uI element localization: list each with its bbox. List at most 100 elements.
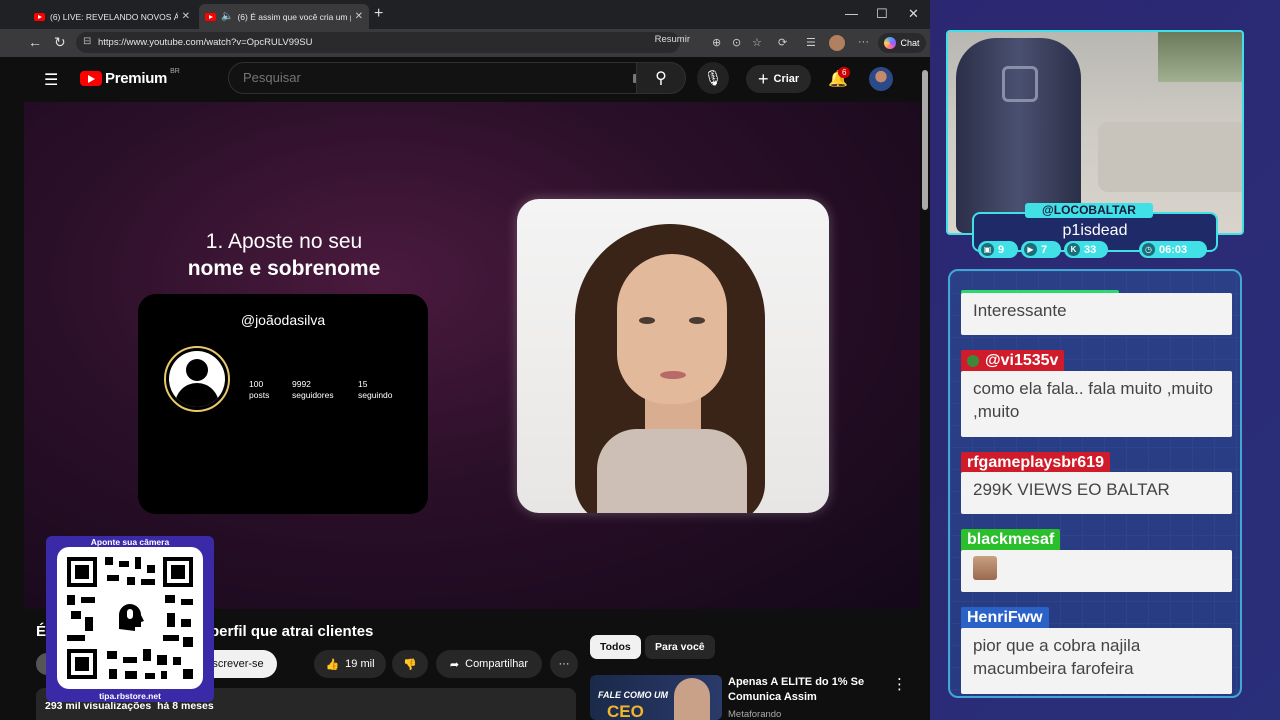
recommended-title[interactable]: Apenas A ELITE do 1% Se Comunica Assim xyxy=(728,675,878,705)
thumb-text-1: FALE COMO UM xyxy=(598,690,668,700)
tab-bar: (6) LIVE: REVELANDO NOVOS ÁUDIOS ✕ 🔈 (6)… xyxy=(0,0,930,29)
instagram-handle: @joãodasilva xyxy=(240,312,326,328)
chat-message xyxy=(961,550,1232,592)
copilot-chat-button[interactable]: Chat xyxy=(878,33,926,53)
maximize-icon[interactable]: ☐ xyxy=(876,6,888,22)
like-button[interactable]: 👍 19 mil xyxy=(314,650,386,678)
url-text: https://www.youtube.com/watch?v=OpcRULV9… xyxy=(98,37,313,48)
youtube-header: ☰ Premium BR ⚲ 🎙 +Criar 🔔 6 xyxy=(24,57,920,102)
voice-search-button[interactable]: 🎙 xyxy=(697,62,729,94)
chat-message: como ela fala.. fala muito ,muito ,muito xyxy=(961,371,1232,437)
page-scrollbar[interactable] xyxy=(920,57,930,720)
qr-code xyxy=(57,547,203,689)
video-heading-line2: nome e sobrenome xyxy=(187,257,381,280)
video-title-start: É xyxy=(36,623,47,640)
stat-following: 15 seguindo xyxy=(358,379,393,400)
dislike-button[interactable]: 👎 xyxy=(392,650,428,678)
plus-icon: + xyxy=(758,68,769,89)
twitch-icon: ▣ xyxy=(981,243,994,256)
chat-user-tag: rfgameplaysbr619 xyxy=(961,452,1110,474)
instagram-profile-card: @joãodasilva 100 posts 9992 seguidores 15 s… xyxy=(138,294,428,514)
streamer-name: p1isdead xyxy=(1062,222,1128,239)
stat-followers: 9992 seguidores xyxy=(292,379,334,400)
scrollbar-thumb[interactable] xyxy=(922,70,928,210)
kebab-menu-icon[interactable]: ⋮ xyxy=(892,675,907,693)
youtube-favicon-icon xyxy=(205,12,216,21)
chat-label: Chat xyxy=(900,38,920,48)
search-icon: ⚲ xyxy=(655,70,667,87)
video-heading-line1: 1. Aposte no seu xyxy=(205,230,363,253)
favorite-star-icon[interactable]: ☆ xyxy=(752,36,762,49)
chat-user-tag: HenriFww xyxy=(961,607,1049,629)
share-label: Compartilhar xyxy=(465,658,529,670)
resumir-button[interactable]: Resumir xyxy=(655,34,690,45)
channel-handle: @LOCOBALTAR xyxy=(1025,203,1153,218)
like-count: 19 mil xyxy=(345,658,375,670)
notification-badge: 6 xyxy=(838,67,851,78)
chip-for-you[interactable]: Para você xyxy=(645,635,715,659)
kick-icon: K xyxy=(1067,243,1080,256)
zoom-icon[interactable]: ⊙ xyxy=(732,36,741,49)
thumbs-down-icon: 👎 xyxy=(403,658,417,671)
recommended-channel[interactable]: Metaforando xyxy=(728,709,781,720)
url-box[interactable]: ⊟ https://www.youtube.com/watch?v=OpcRUL… xyxy=(76,32,680,53)
chip-all[interactable]: Todos xyxy=(590,635,641,659)
clock-icon: ◷ xyxy=(1142,243,1155,256)
hamburger-menu-icon[interactable]: ☰ xyxy=(44,70,58,90)
site-info-icon[interactable]: ⊟ xyxy=(83,36,91,47)
close-tab-icon[interactable]: ✕ xyxy=(355,11,363,22)
qr-code-icon xyxy=(67,557,193,679)
account-avatar[interactable] xyxy=(869,67,893,91)
qr-url: tipa.rbstore.net xyxy=(99,691,161,701)
profile-avatar[interactable] xyxy=(829,35,845,51)
search-input[interactable] xyxy=(241,69,585,86)
create-button[interactable]: + Criar xyxy=(746,65,812,93)
tab-label: (6) LIVE: REVELANDO NOVOS ÁUDIOS xyxy=(50,11,178,22)
chat-user-tag: @vi1535v xyxy=(961,350,1065,372)
share-button[interactable]: ➦ Compartilhar xyxy=(436,650,542,678)
minimize-icon[interactable]: — xyxy=(845,6,858,21)
new-tab-icon[interactable]: + xyxy=(374,5,383,23)
address-bar-row: ← ↻ ⊟ https://www.youtube.com/watch?v=Op… xyxy=(0,29,930,57)
emote-image xyxy=(973,556,997,580)
reload-icon[interactable]: ↻ xyxy=(54,34,66,51)
stat-posts: 100 posts xyxy=(249,379,270,400)
profile-picture-icon xyxy=(164,346,230,412)
youtube-play-icon xyxy=(80,71,102,86)
translate-icon[interactable]: ⊕ xyxy=(712,36,721,49)
thumb-text-2: CEO xyxy=(607,702,644,720)
youtube-count: ▶ 7 xyxy=(1021,241,1061,258)
search-button[interactable]: ⚲ xyxy=(636,62,686,94)
share-icon: ➦ xyxy=(449,658,460,671)
back-icon[interactable]: ← xyxy=(28,34,42,50)
more-icon: ··· xyxy=(558,658,570,670)
kick-count: K 33 xyxy=(1064,241,1108,258)
youtube-icon: ▶ xyxy=(1024,243,1037,256)
more-actions-button[interactable]: ··· xyxy=(550,650,578,678)
search-box xyxy=(228,62,662,94)
extensions-icon[interactable]: ⟳ xyxy=(778,36,787,49)
copilot-icon xyxy=(884,37,897,49)
close-window-icon[interactable]: ✕ xyxy=(908,6,919,22)
stream-clock: ◷ 06:03 xyxy=(1139,241,1207,258)
chat-user-tag: blackmesaf xyxy=(961,529,1061,551)
video-player[interactable]: 1. Aposte no seu nome e sobrenome @joãod… xyxy=(24,102,920,609)
video-title: perfil que atrai clientes xyxy=(210,623,374,640)
recommended-thumbnail[interactable]: FALE COMO UM CEO xyxy=(590,675,722,720)
region-code: BR xyxy=(170,68,180,75)
create-label: Criar xyxy=(773,73,800,85)
close-tab-icon[interactable]: ✕ xyxy=(182,11,190,22)
more-icon[interactable]: ··· xyxy=(858,36,869,48)
presenter-portrait xyxy=(517,199,829,513)
chat-message: Interessante xyxy=(961,293,1232,335)
youtube-logo[interactable]: Premium BR xyxy=(80,68,180,87)
twitch-count: ▣ 9 xyxy=(978,241,1018,258)
favorites-icon[interactable]: ☰ xyxy=(806,36,816,49)
tab-current[interactable]: 🔈 (6) É assim que você cria um perfil ✕ xyxy=(199,4,369,29)
microphone-icon: 🎙 xyxy=(703,70,723,87)
tab-live[interactable]: (6) LIVE: REVELANDO NOVOS ÁUDIOS ✕ xyxy=(28,4,196,29)
youtube-favicon-icon xyxy=(34,12,45,21)
speaker-icon[interactable]: 🔈 xyxy=(221,11,233,22)
chat-message: pior que a cobra najila macumbeira farof… xyxy=(961,628,1232,694)
thumbs-up-icon: 👍 xyxy=(325,658,340,671)
